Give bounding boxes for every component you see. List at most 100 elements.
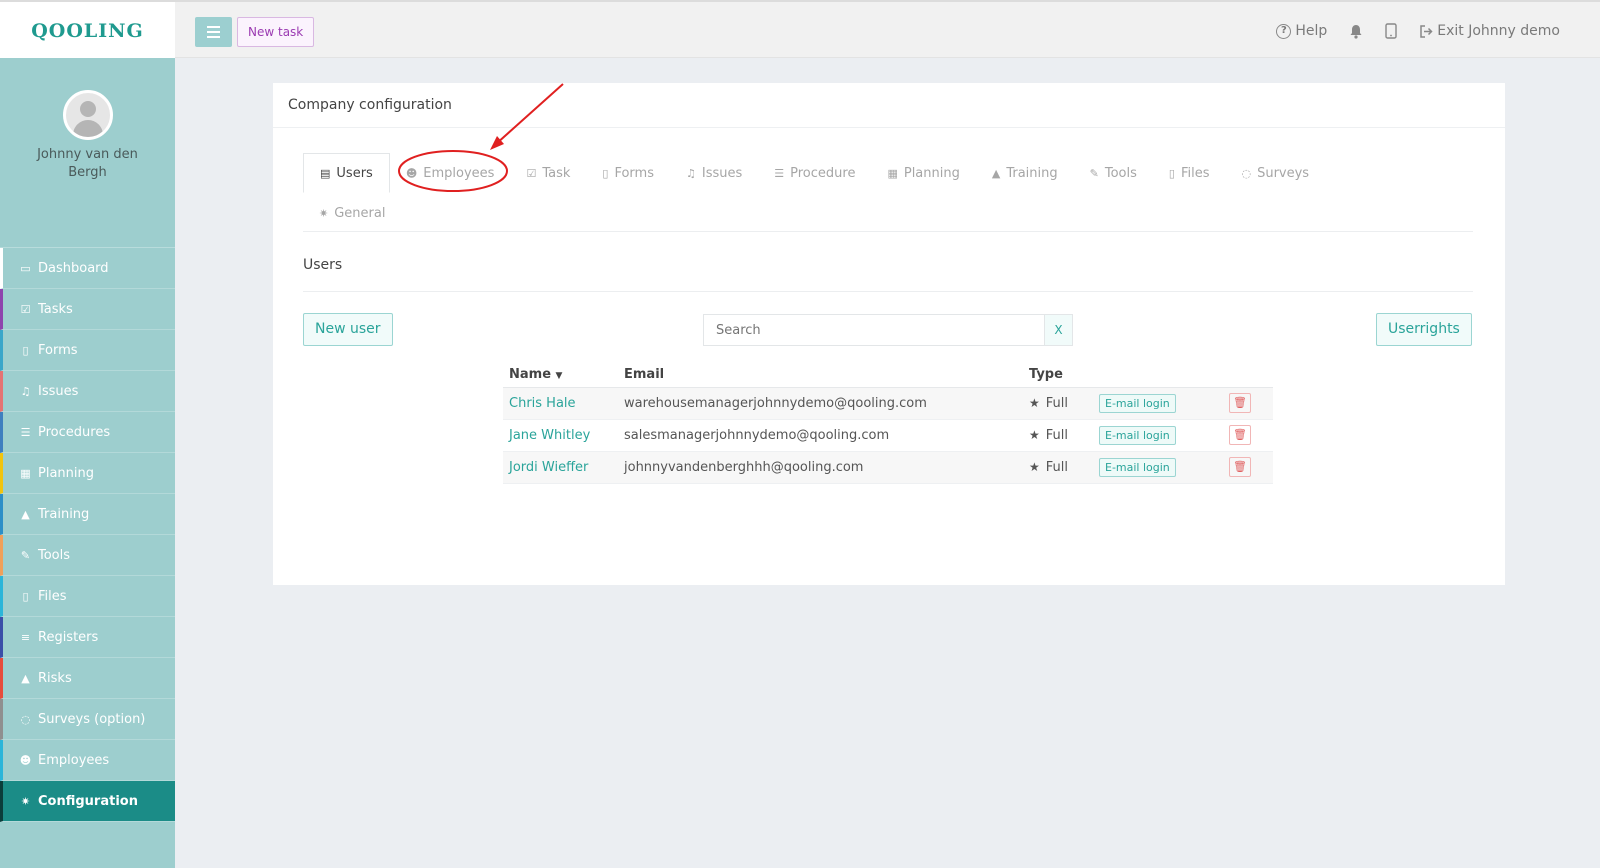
tab-planning[interactable]: ▦ Planning bbox=[871, 153, 975, 193]
bell-icon: ♫ bbox=[685, 166, 696, 180]
tab-general[interactable]: ✷ General bbox=[303, 193, 401, 233]
tab-procedure[interactable]: ☰ Procedure bbox=[758, 153, 871, 193]
sidebar-item-training[interactable]: ▲ Training bbox=[0, 494, 175, 535]
tab-label: Files bbox=[1180, 165, 1210, 181]
trash-icon: 🗑 bbox=[1233, 460, 1247, 473]
search-clear-button[interactable]: X bbox=[1044, 315, 1072, 345]
sidebar-item-label: Risks bbox=[38, 670, 72, 686]
tab-label: Users bbox=[336, 165, 373, 181]
sidebar-item-dashboard[interactable]: ▭ Dashboard bbox=[0, 248, 175, 289]
tab-row: ▤ Users ☻ Employees ☑ Task ▯ Forms ♫ Issues ☰ Proce… bbox=[303, 153, 1473, 193]
exit-demo-link[interactable]: Exit Johnny demo bbox=[1419, 23, 1560, 39]
sidebar-item-label: Dashboard bbox=[38, 260, 109, 276]
actions-cell: 🗑 bbox=[1223, 419, 1273, 452]
user-name-cell: Jordi Wieffer bbox=[503, 451, 618, 484]
lines-icon: ≡ bbox=[20, 630, 31, 644]
notifications-button[interactable] bbox=[1349, 24, 1363, 39]
tab-label: Employees bbox=[423, 165, 495, 181]
sidebar-item-tasks[interactable]: ☑ Tasks bbox=[0, 289, 175, 330]
sidebar-item-registers[interactable]: ≡ Registers bbox=[0, 617, 175, 658]
warning-icon: ▲ bbox=[21, 671, 30, 685]
user-type-label: Full bbox=[1045, 459, 1068, 475]
help-label: Help bbox=[1295, 23, 1328, 39]
sidebar-item-label: Planning bbox=[38, 465, 94, 481]
top-right-actions: ? Help Exit Johnny demo bbox=[1276, 2, 1560, 60]
table-row: Chris Hale warehousemanagerjohnnydemo@qoo… bbox=[503, 387, 1273, 420]
logo: QOOLING bbox=[31, 19, 144, 42]
tab-users[interactable]: ▤ Users bbox=[303, 153, 390, 193]
search-box: X bbox=[703, 314, 1073, 346]
email-login-button[interactable]: E-mail login bbox=[1099, 457, 1176, 477]
tab-files[interactable]: ▯ Files bbox=[1153, 153, 1226, 193]
tab-label: Procedure bbox=[790, 165, 856, 181]
tab-training[interactable]: ▲ Training bbox=[976, 153, 1074, 193]
divider bbox=[303, 231, 1473, 232]
star-icon: ★ bbox=[1029, 460, 1040, 474]
sidebar-item-label: Forms bbox=[38, 342, 78, 358]
sidebar-item-label: Procedures bbox=[38, 424, 111, 440]
help-icon: ? bbox=[1276, 23, 1292, 39]
tab-label: Task bbox=[542, 165, 571, 181]
user-name-link[interactable]: Jane Whitley bbox=[509, 428, 590, 443]
delete-user-button[interactable]: 🗑 bbox=[1229, 393, 1251, 413]
top-bar: QOOLING New task ? Help Exit Johnny demo bbox=[0, 0, 1600, 60]
document-icon: ▯ bbox=[602, 166, 609, 180]
trash-icon: 🗑 bbox=[1233, 428, 1247, 441]
sidebar-item-surveys-option[interactable]: ◌ Surveys (option) bbox=[0, 699, 175, 740]
table-row: Jordi Wieffer johnnyvandenberghhh@qooling… bbox=[503, 451, 1273, 484]
user-name-link[interactable]: Chris Hale bbox=[509, 396, 576, 411]
logo-area[interactable]: QOOLING bbox=[0, 2, 175, 59]
id-card-icon: ▤ bbox=[320, 166, 331, 180]
tab-task[interactable]: ☑ Task bbox=[510, 153, 586, 193]
delete-user-button[interactable]: 🗑 bbox=[1229, 457, 1251, 477]
gear-icon: ✷ bbox=[20, 794, 31, 808]
tablet-button[interactable] bbox=[1385, 23, 1397, 39]
sidebar-item-tools[interactable]: ✎ Tools bbox=[0, 535, 175, 576]
delete-user-button[interactable]: 🗑 bbox=[1229, 425, 1251, 445]
sort-caret-icon: ▼ bbox=[555, 371, 563, 382]
login-cell: E-mail login bbox=[1093, 387, 1223, 420]
user-name-link[interactable]: Jordi Wieffer bbox=[509, 460, 588, 475]
tab-surveys[interactable]: ◌ Surveys bbox=[1225, 153, 1325, 193]
menu-toggle-button[interactable] bbox=[195, 17, 232, 47]
sidebar-item-configuration[interactable]: ✷ Configuration bbox=[0, 781, 175, 822]
userrights-button[interactable]: Userrights bbox=[1376, 313, 1472, 346]
sidebar-item-files[interactable]: ▯ Files bbox=[0, 576, 175, 617]
avatar[interactable] bbox=[62, 90, 113, 140]
file-icon: ▯ bbox=[1168, 166, 1175, 180]
list-icon: ☰ bbox=[774, 166, 785, 180]
card-title: Company configuration bbox=[273, 83, 1505, 128]
tab-tools[interactable]: ✎ Tools bbox=[1074, 153, 1153, 193]
list-icon: ☰ bbox=[20, 425, 31, 439]
tab-label: Planning bbox=[903, 165, 960, 181]
table-header-row: Name ▼ Email Type bbox=[503, 363, 1273, 388]
help-link[interactable]: ? Help bbox=[1276, 23, 1327, 39]
tab-label: Training bbox=[1006, 165, 1058, 181]
tablet-icon bbox=[1385, 23, 1397, 39]
calendar-icon: ▦ bbox=[20, 466, 31, 480]
user-type-label: Full bbox=[1045, 395, 1068, 411]
tab-issues[interactable]: ♫ Issues bbox=[670, 153, 758, 193]
search-input[interactable] bbox=[704, 315, 1044, 345]
sidebar-item-forms[interactable]: ▯ Forms bbox=[0, 330, 175, 371]
sidebar-item-risks[interactable]: ▲ Risks bbox=[0, 658, 175, 699]
tab-label: Forms bbox=[614, 165, 654, 181]
sidebar-item-procedures[interactable]: ☰ Procedures bbox=[0, 412, 175, 453]
section-title: Users bbox=[303, 257, 343, 273]
hamburger-icon bbox=[207, 26, 220, 28]
name-column-header[interactable]: Name ▼ bbox=[503, 363, 618, 388]
config-tabs: ▤ Users ☻ Employees ☑ Task ▯ Forms ♫ Issues ☰ Proce… bbox=[303, 153, 1473, 231]
new-task-button[interactable]: New task bbox=[237, 17, 315, 47]
email-login-button[interactable]: E-mail login bbox=[1099, 425, 1176, 445]
sidebar-item-employees[interactable]: ☻ Employees bbox=[0, 740, 175, 781]
new-user-button[interactable]: New user bbox=[303, 313, 393, 346]
login-cell: E-mail login bbox=[1093, 451, 1223, 484]
sidebar-item-planning[interactable]: ▦ Planning bbox=[0, 453, 175, 494]
tab-employees[interactable]: ☻ Employees bbox=[390, 153, 511, 193]
sidebar-item-issues[interactable]: ♫ Issues bbox=[0, 371, 175, 412]
tab-forms[interactable]: ▯ Forms bbox=[586, 153, 670, 193]
tab-label: Surveys bbox=[1257, 165, 1310, 181]
sidebar-item-label: Tools bbox=[38, 547, 71, 563]
email-login-button[interactable]: E-mail login bbox=[1099, 393, 1176, 413]
sidebar-item-label: Files bbox=[38, 588, 67, 604]
